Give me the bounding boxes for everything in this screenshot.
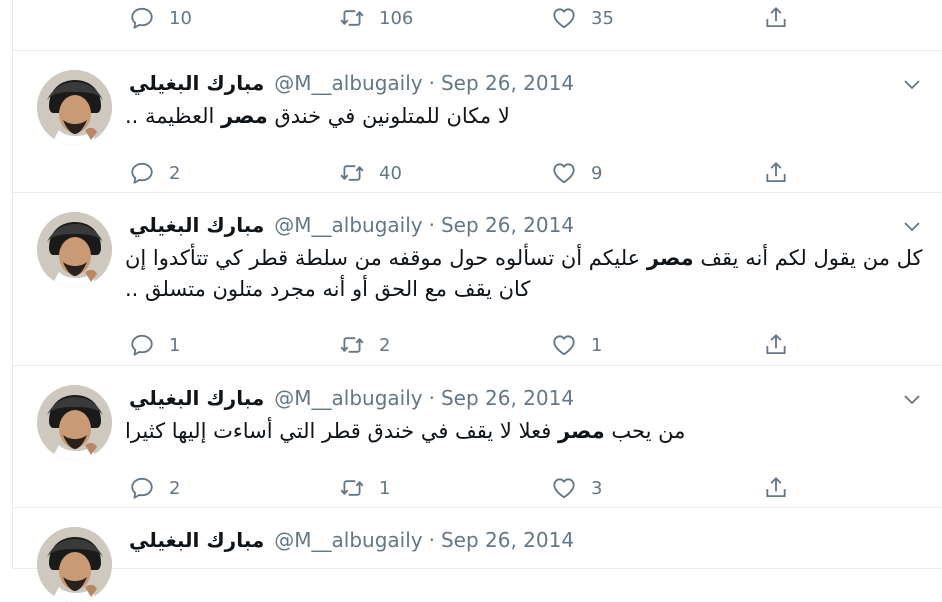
like-count: 9 <box>591 162 603 184</box>
like-icon <box>551 160 577 186</box>
separator-dot: · <box>428 386 435 410</box>
retweet-count: 40 <box>379 162 402 184</box>
avatar[interactable] <box>37 212 112 287</box>
share-icon <box>763 5 789 31</box>
tweet-previous[interactable]: 10 106 35 <box>13 0 942 51</box>
retweet-icon <box>339 160 365 186</box>
like-count: 1 <box>591 334 603 356</box>
tweet[interactable]: مبارك البغيلي @M__albugaily · Sep 26, 20… <box>13 366 942 508</box>
reply-count: 2 <box>169 162 181 184</box>
reply-icon <box>129 160 155 186</box>
reply-button[interactable]: 2 <box>129 474 180 502</box>
retweet-button[interactable]: 106 <box>339 4 413 32</box>
reply-icon <box>129 475 155 501</box>
tweet[interactable]: مبارك البغيلي @M__albugaily · Sep 26, 20… <box>13 193 942 366</box>
tweet-text-part: من يحب <box>604 419 686 443</box>
retweet-button[interactable]: 1 <box>339 474 390 502</box>
avatar[interactable] <box>37 385 112 460</box>
tweet-date[interactable]: Sep 26, 2014 <box>441 528 574 552</box>
chevron-down-icon[interactable] <box>901 217 923 235</box>
reply-icon <box>129 332 155 358</box>
separator-dot: · <box>428 528 435 552</box>
avatar[interactable] <box>37 70 112 145</box>
like-button[interactable]: 1 <box>551 331 602 359</box>
share-icon <box>763 160 789 186</box>
tweet-actions: 2 40 9 <box>129 159 829 187</box>
share-icon <box>763 332 789 358</box>
like-icon <box>551 475 577 501</box>
separator-dot: · <box>428 71 435 95</box>
tweet-date[interactable]: Sep 26, 2014 <box>441 71 574 95</box>
like-button[interactable]: 35 <box>551 4 614 32</box>
retweet-count: 106 <box>379 7 414 29</box>
tweet-next[interactable]: مبارك البغيلي @M__albugaily · Sep 26, 20… <box>13 508 942 602</box>
tweet-actions: 2 1 3 <box>129 474 829 502</box>
user-handle[interactable]: @M__albugaily <box>274 386 422 410</box>
like-count: 35 <box>591 7 614 29</box>
like-icon <box>551 5 577 31</box>
tweet-text-part: عليكم أن تسألوه حول موقفه من سلطة قطر كي… <box>125 246 647 301</box>
share-button[interactable] <box>763 159 803 187</box>
tweet-text-part: العظيمة .. <box>125 104 222 128</box>
retweet-icon <box>339 332 365 358</box>
display-name[interactable]: مبارك البغيلي <box>129 528 264 552</box>
like-count: 3 <box>591 477 603 499</box>
tweet-text-part: فعلا لا يقف في خندق قطر التي أساءت إليها… <box>125 419 558 443</box>
retweet-button[interactable]: 2 <box>339 331 390 359</box>
like-button[interactable]: 9 <box>551 159 602 187</box>
retweet-count: 2 <box>379 334 391 356</box>
chevron-down-icon[interactable] <box>901 390 923 408</box>
user-handle[interactable]: @M__albugaily <box>274 528 422 552</box>
tweet-header: مبارك البغيلي @M__albugaily · Sep 26, 20… <box>129 69 574 97</box>
retweet-icon <box>339 5 365 31</box>
tweet-actions: 1 2 1 <box>129 331 829 359</box>
reply-icon <box>129 5 155 31</box>
reply-count: 10 <box>169 7 192 29</box>
tweet-header: مبارك البغيلي @M__albugaily · Sep 26, 20… <box>129 526 574 554</box>
tweet-text-bold: مصر <box>646 246 694 270</box>
tweet-text: من يحب مصر فعلا لا يقف في خندق قطر التي … <box>125 416 923 447</box>
share-icon <box>763 475 789 501</box>
display-name[interactable]: مبارك البغيلي <box>129 213 264 237</box>
user-handle[interactable]: @M__albugaily <box>274 213 422 237</box>
like-button[interactable]: 3 <box>551 474 602 502</box>
user-handle[interactable]: @M__albugaily <box>274 71 422 95</box>
tweet-text: كل من يقول لكم أنه يقف مصر عليكم أن تسأل… <box>125 243 923 305</box>
tweet-header: مبارك البغيلي @M__albugaily · Sep 26, 20… <box>129 384 574 412</box>
timeline: 10 106 35 مبارك البغيلي @M__albugaily · … <box>12 0 942 602</box>
share-button[interactable] <box>763 4 803 32</box>
reply-button[interactable]: 1 <box>129 331 180 359</box>
share-button[interactable] <box>763 331 803 359</box>
tweet-date[interactable]: Sep 26, 2014 <box>441 213 574 237</box>
tweet-text-part: كل من يقول لكم أنه يقف <box>693 246 923 270</box>
tweet-header: مبارك البغيلي @M__albugaily · Sep 26, 20… <box>129 211 574 239</box>
reply-button[interactable]: 10 <box>129 4 192 32</box>
tweet[interactable]: مبارك البغيلي @M__albugaily · Sep 26, 20… <box>13 51 942 193</box>
display-name[interactable]: مبارك البغيلي <box>129 386 264 410</box>
chevron-down-icon[interactable] <box>901 75 923 93</box>
display-name[interactable]: مبارك البغيلي <box>129 71 264 95</box>
retweet-count: 1 <box>379 477 391 499</box>
tweet-text-part: لا مكان للمتلونين في خندق <box>267 104 510 128</box>
tweet-text-bold: مصر <box>557 419 605 443</box>
tweet-text-bold: مصر <box>221 104 268 128</box>
retweet-button[interactable]: 40 <box>339 159 402 187</box>
separator-dot: · <box>428 213 435 237</box>
reply-count: 2 <box>169 477 181 499</box>
reply-count: 1 <box>169 334 181 356</box>
avatar[interactable] <box>37 527 112 602</box>
reply-button[interactable]: 2 <box>129 159 180 187</box>
retweet-icon <box>339 475 365 501</box>
share-button[interactable] <box>763 474 803 502</box>
tweet-date[interactable]: Sep 26, 2014 <box>441 386 574 410</box>
tweet-text: لا مكان للمتلونين في خندق مصر العظيمة .. <box>125 101 923 132</box>
tweet-actions: 10 106 35 <box>129 4 829 32</box>
like-icon <box>551 332 577 358</box>
